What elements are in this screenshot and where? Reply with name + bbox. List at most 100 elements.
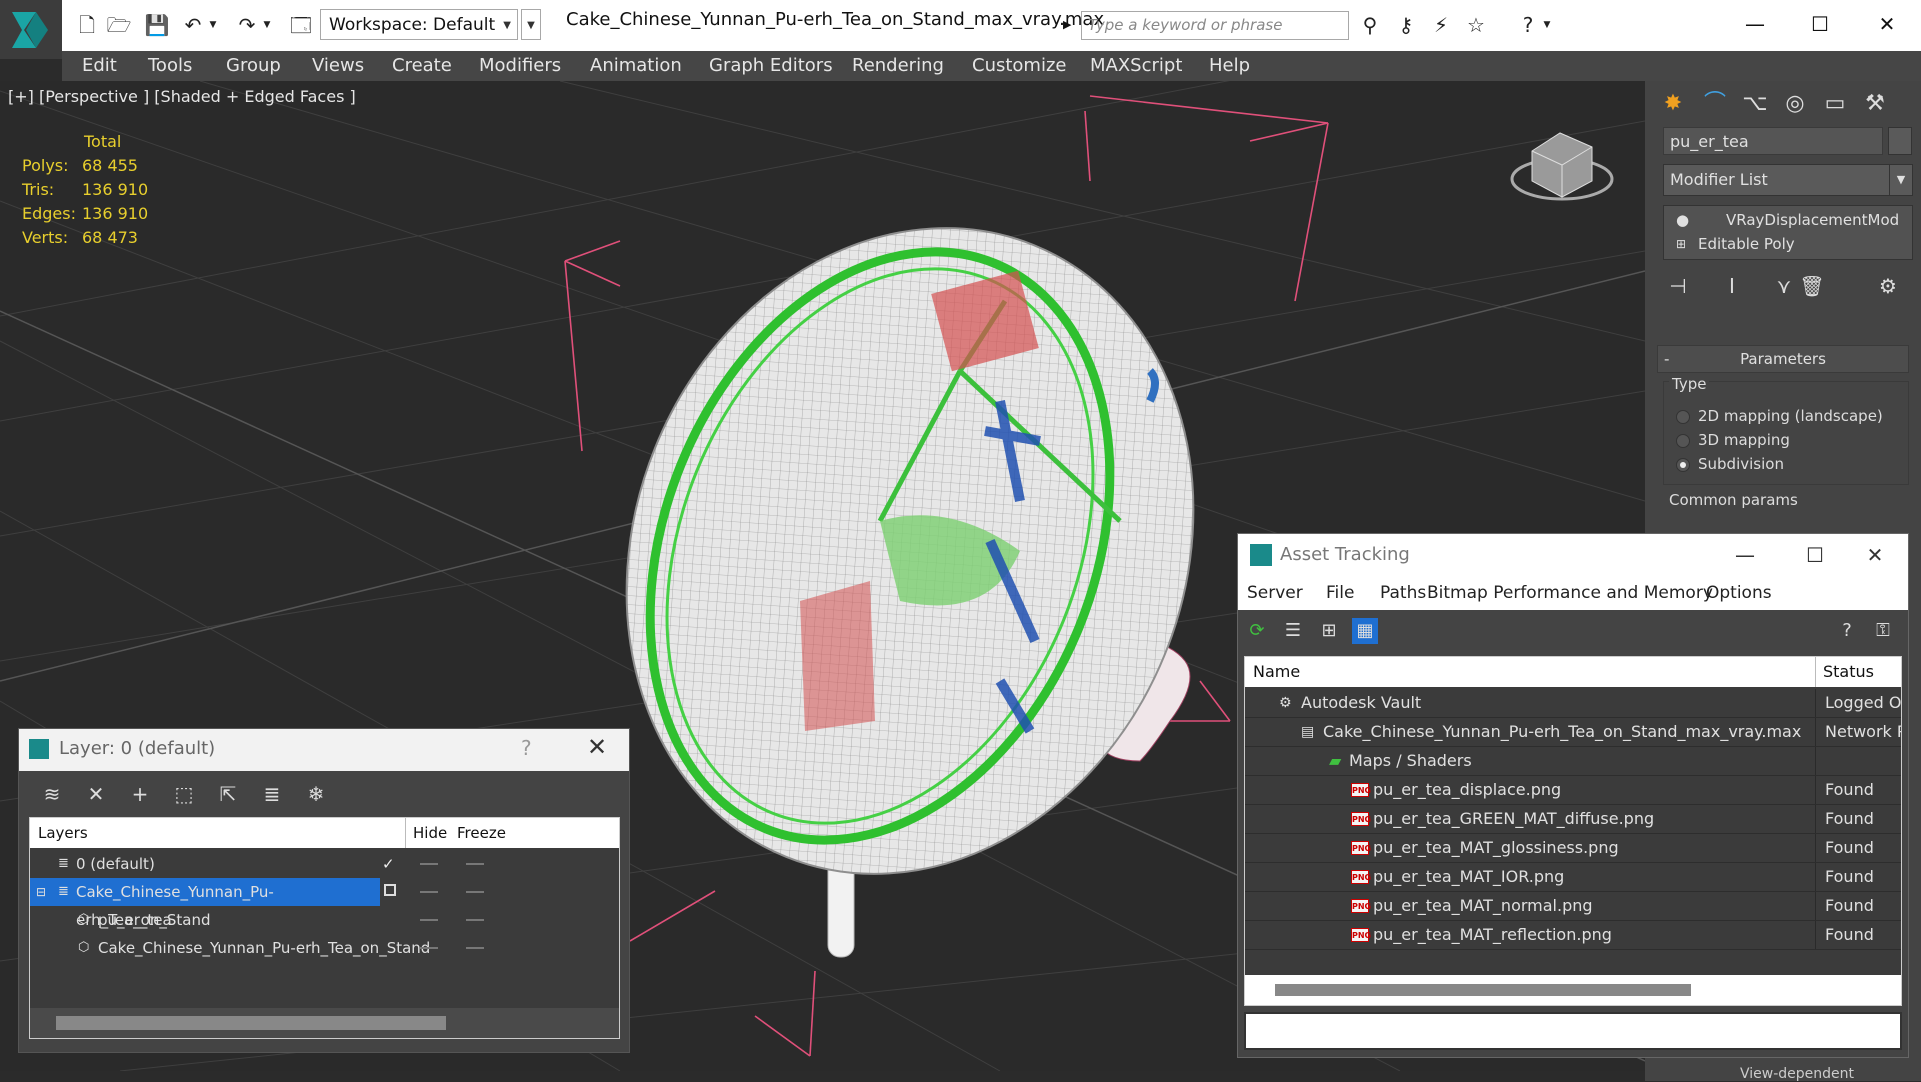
object-color-swatch[interactable] — [1888, 127, 1912, 155]
sign-in-icon[interactable]: ⚡ — [1428, 12, 1454, 38]
menu-rendering[interactable]: Rendering — [852, 55, 944, 76]
layer-row[interactable]: ≣ 0 (default) ✓ — [30, 850, 619, 878]
asset-row[interactable]: PNG pu_er_tea_MAT_reflection.png Found — [1245, 921, 1901, 950]
menu-group[interactable]: Group — [226, 55, 281, 76]
col-name[interactable]: Name — [1253, 662, 1300, 681]
asset-row[interactable]: PNG pu_er_tea_MAT_normal.png Found — [1245, 892, 1901, 921]
hide-toggle[interactable] — [420, 919, 438, 921]
redo-icon[interactable]: ↷ — [234, 12, 260, 38]
hide-toggle[interactable] — [420, 947, 438, 949]
col-freeze[interactable]: Freeze — [457, 824, 506, 842]
collapse-minus-icon[interactable]: ⊟ — [36, 878, 46, 906]
menu-create[interactable]: Create — [392, 55, 452, 76]
freeze-toggle[interactable] — [466, 947, 484, 949]
asset-row[interactable]: ⚙ Autodesk Vault Logged Ou — [1245, 689, 1901, 718]
add-selection-icon[interactable]: ⬚ — [169, 779, 199, 809]
make-unique-icon[interactable]: ⋎ — [1769, 271, 1799, 301]
menu-tools[interactable]: Tools — [148, 55, 192, 76]
horizontal-scrollbar[interactable] — [1275, 984, 1691, 996]
minimize-button[interactable]: — — [1725, 6, 1785, 42]
utilities-tab-icon[interactable]: ⚒ — [1857, 87, 1893, 121]
freeze-toggle[interactable] — [466, 919, 484, 921]
object-row[interactable]: ⬡ pu_er_tea — [30, 906, 619, 934]
open-file-icon[interactable]: 🗁 — [106, 12, 132, 38]
freeze-toggle[interactable] — [466, 891, 484, 893]
motion-tab-icon[interactable]: ◎ — [1777, 87, 1813, 121]
modifier-list-dropdown[interactable]: Modifier List ▼ — [1663, 164, 1913, 196]
display-tab-icon[interactable]: ▭ — [1817, 87, 1853, 121]
menu-maxscript[interactable]: MAXScript — [1090, 55, 1182, 76]
hierarchy-tab-icon[interactable]: ⌥ — [1737, 87, 1773, 121]
menu-graph-editors[interactable]: Graph Editors — [709, 55, 833, 76]
menu-bitmap-performance[interactable]: Bitmap Performance and Memory — [1427, 583, 1713, 603]
layer-properties-icon[interactable]: ≋ — [37, 779, 67, 809]
parameters-rollout-header[interactable]: - Parameters — [1657, 345, 1909, 373]
create-tab-icon[interactable]: ✸ — [1655, 87, 1691, 121]
radio-subdivision[interactable] — [1676, 458, 1690, 472]
close-button[interactable]: ✕ — [1857, 6, 1917, 42]
help-button[interactable]: ? — [521, 736, 532, 760]
workspace-menu-button[interactable]: ▼ — [521, 9, 541, 40]
project-folder-icon[interactable]: 🗔 — [288, 12, 314, 38]
list-view-icon[interactable]: ☰ — [1280, 618, 1306, 644]
refresh-icon[interactable]: ⟳ — [1244, 618, 1270, 644]
undo-dropdown-icon[interactable]: ▼ — [207, 12, 219, 38]
menu-animation[interactable]: Animation — [590, 55, 682, 76]
search-expand-icon[interactable]: ▶ — [1063, 12, 1077, 38]
configure-modifier-sets-icon[interactable]: ⚙ — [1873, 271, 1903, 301]
menu-server[interactable]: Server — [1247, 583, 1303, 603]
redo-dropdown-icon[interactable]: ▼ — [261, 12, 273, 38]
help-icon[interactable]: ? — [1515, 12, 1541, 38]
undo-icon[interactable]: ↶ — [180, 12, 206, 38]
save-icon[interactable]: 💾 — [144, 12, 170, 38]
stack-item-editable-poly[interactable]: ⊞ Editable Poly — [1664, 232, 1912, 256]
object-name-field[interactable]: pu_er_tea — [1663, 127, 1883, 155]
table-view-icon[interactable]: ▦ — [1352, 618, 1378, 644]
asset-row[interactable]: PNG pu_er_tea_MAT_IOR.png Found — [1245, 863, 1901, 892]
favorites-star-icon[interactable]: ☆ — [1463, 12, 1489, 38]
minimize-button[interactable]: — — [1720, 540, 1770, 570]
layer-dialog-titlebar[interactable]: Layer: 0 (default) ? ✕ — [19, 729, 629, 771]
app-logo-icon[interactable] — [0, 0, 62, 59]
asset-row[interactable]: PNG pu_er_tea_displace.png Found — [1245, 776, 1901, 805]
close-icon[interactable]: ✕ — [587, 733, 607, 761]
help-icon[interactable]: ? — [1834, 618, 1860, 644]
menu-help[interactable]: Help — [1209, 55, 1250, 76]
layer-row-selected[interactable]: ⊟ ≣ Cake_Chinese_Yunnan_Pu-erh_Tea_on_St… — [30, 878, 380, 929]
vault-help-icon[interactable]: ⚿ — [1870, 618, 1896, 644]
freeze-toggle[interactable] — [466, 863, 484, 865]
asset-path-field[interactable] — [1244, 1012, 1902, 1050]
col-status[interactable]: Status — [1823, 662, 1874, 681]
col-layers[interactable]: Layers — [38, 824, 88, 842]
menu-edit[interactable]: Edit — [82, 55, 117, 76]
lightbulb-icon[interactable]: ● — [1676, 208, 1689, 232]
radio-3d-mapping[interactable] — [1676, 434, 1690, 448]
hide-toggle[interactable] — [420, 891, 438, 893]
maximize-button[interactable]: ☐ — [1790, 540, 1840, 570]
highlight-selected-icon[interactable]: ≣ — [257, 779, 287, 809]
col-hide[interactable]: Hide — [413, 824, 447, 842]
search-input[interactable]: Type a keyword or phrase — [1081, 11, 1349, 40]
stack-item-vraydisplacement[interactable]: ● VRayDisplacementMod — [1664, 208, 1912, 232]
close-icon[interactable]: ✕ — [1850, 540, 1900, 570]
key-icon[interactable]: ⚷ — [1393, 12, 1419, 38]
pin-stack-icon[interactable]: ⊣ — [1663, 271, 1693, 301]
remove-modifier-icon[interactable]: 🗑 — [1797, 271, 1827, 301]
expand-plus-icon[interactable]: ⊞ — [1676, 232, 1686, 256]
menu-paths[interactable]: Paths — [1380, 583, 1426, 603]
maximize-button[interactable]: ☐ — [1790, 6, 1850, 42]
object-row[interactable]: ⬡ Cake_Chinese_Yunnan_Pu-erh_Tea_on_Stan… — [30, 934, 619, 962]
horizontal-scrollbar[interactable] — [56, 1016, 446, 1030]
tree-view-icon[interactable]: ⊞ — [1316, 618, 1342, 644]
asset-tracking-titlebar[interactable]: Asset Tracking — ☐ ✕ — [1238, 534, 1908, 576]
select-objects-icon[interactable]: ⇱ — [213, 779, 243, 809]
asset-row[interactable]: PNG pu_er_tea_MAT_glossiness.png Found — [1245, 834, 1901, 863]
checkmark-icon[interactable]: ✓ — [382, 850, 395, 878]
menu-customize[interactable]: Customize — [972, 55, 1066, 76]
asset-row[interactable]: ▰ Maps / Shaders — [1245, 747, 1901, 776]
set-current-layer-icon[interactable] — [384, 884, 396, 896]
menu-options[interactable]: Options — [1706, 583, 1772, 603]
new-file-icon[interactable]: 🗋 — [74, 12, 100, 38]
help-dropdown-icon[interactable]: ▼ — [1541, 12, 1553, 38]
delete-layer-icon[interactable]: ✕ — [81, 779, 111, 809]
